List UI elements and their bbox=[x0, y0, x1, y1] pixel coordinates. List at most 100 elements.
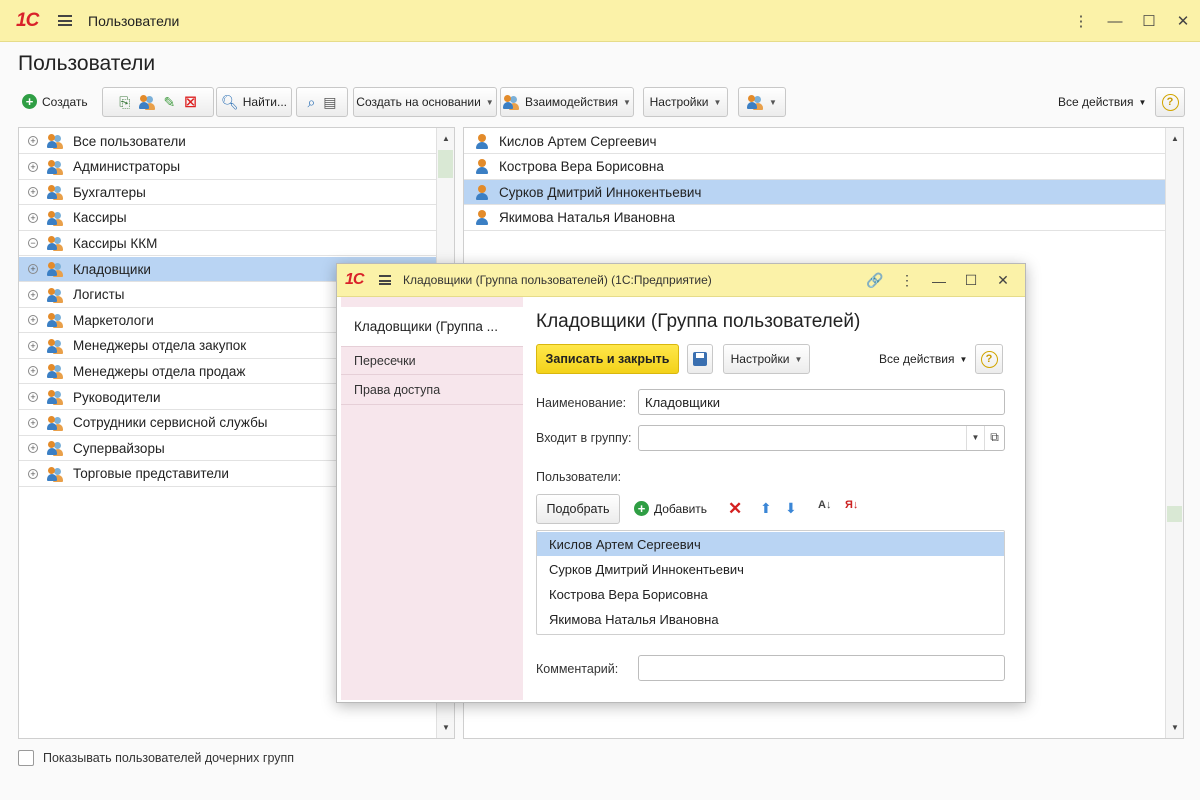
users-menu-button[interactable]: ▼ bbox=[738, 87, 786, 117]
nav-item-intersections[interactable]: Пересечки bbox=[341, 347, 523, 375]
user-name: Сурков Дмитрий Иннокентьевич bbox=[499, 184, 702, 200]
edit-icon[interactable]: ✎ bbox=[163, 95, 175, 109]
create-button[interactable]: + Создать bbox=[22, 94, 88, 109]
user-row[interactable]: Сурков Дмитрий Иннокентьевич bbox=[464, 180, 1165, 206]
user-row[interactable]: Якимова Наталья Ивановна bbox=[464, 206, 1165, 231]
expand-icon[interactable]: + bbox=[28, 340, 38, 351]
find-button[interactable]: 🔍︎ Найти... bbox=[216, 87, 292, 117]
more-icon[interactable]: ⋮ bbox=[1064, 12, 1098, 30]
user-row[interactable]: Кислов Артем Сергеевич bbox=[464, 129, 1165, 154]
report-icon[interactable]: ▤ bbox=[323, 95, 336, 109]
minimize-icon[interactable]: — bbox=[923, 273, 955, 289]
cancel-search-icon[interactable]: ⌕ bbox=[307, 95, 315, 109]
create-based-on-button[interactable]: Создать на основании ▼ bbox=[353, 87, 497, 117]
member-row[interactable]: Якимова Наталья Ивановна bbox=[537, 607, 1004, 631]
move-up-icon[interactable]: ⬆ bbox=[760, 500, 772, 517]
users-scrollbar[interactable]: ▲ ▼ bbox=[1165, 128, 1183, 738]
expand-icon[interactable]: + bbox=[28, 443, 38, 454]
user-row[interactable]: Кострова Вера Борисовна bbox=[464, 155, 1165, 180]
expand-icon[interactable]: + bbox=[28, 366, 38, 377]
add-button[interactable]: + Добавить bbox=[634, 501, 707, 516]
sort-ascending-icon[interactable]: A↓ bbox=[818, 499, 831, 511]
dialog-help-button[interactable]: ? bbox=[975, 344, 1003, 374]
expand-icon[interactable]: + bbox=[28, 289, 38, 300]
tree-item[interactable]: + Бухгалтеры bbox=[19, 180, 436, 206]
maximize-icon[interactable]: ☐ bbox=[1132, 12, 1166, 30]
settings-button[interactable]: Настройки ▼ bbox=[643, 87, 728, 117]
member-row[interactable]: Сурков Дмитрий Иннокентьевич bbox=[537, 557, 1004, 581]
dialog-settings-label: Настройки bbox=[730, 352, 790, 366]
link-icon[interactable]: 🔗 bbox=[859, 272, 891, 289]
close-icon[interactable]: ✕ bbox=[1166, 12, 1200, 30]
maximize-icon[interactable]: ☐ bbox=[955, 272, 987, 289]
user-group-icon[interactable] bbox=[139, 94, 156, 110]
scroll-thumb[interactable] bbox=[438, 150, 453, 178]
tree-item[interactable]: + Кассиры bbox=[19, 206, 436, 231]
menu-icon[interactable] bbox=[58, 15, 72, 26]
all-actions-button[interactable]: Все действия ▼ bbox=[1058, 95, 1146, 109]
tree-item-label: Торговые представители bbox=[73, 466, 229, 482]
expand-icon[interactable]: + bbox=[28, 417, 38, 428]
dialog-all-actions-button[interactable]: Все действия ▼ bbox=[879, 352, 967, 366]
group-members-list[interactable]: Кислов Артем Сергеевич Сурков Дмитрий Инн… bbox=[536, 530, 1005, 635]
tree-item[interactable]: + Все пользователи bbox=[19, 129, 436, 154]
expand-icon[interactable]: + bbox=[28, 136, 38, 146]
scroll-thumb[interactable] bbox=[1167, 506, 1182, 522]
minimize-icon[interactable]: — bbox=[1098, 13, 1132, 30]
parent-group-input[interactable]: ▼ ⧉ bbox=[638, 425, 1005, 451]
scroll-up-icon[interactable]: ▲ bbox=[1166, 134, 1184, 143]
member-row[interactable]: Кислов Артем Сергеевич bbox=[537, 532, 1004, 556]
all-actions-label: Все действия bbox=[1058, 95, 1134, 109]
user-group-icon bbox=[47, 184, 64, 200]
expand-icon[interactable]: + bbox=[28, 212, 38, 223]
close-icon[interactable]: ✕ bbox=[987, 272, 1019, 289]
interactions-button[interactable]: Взаимодействия ▼ bbox=[500, 87, 634, 117]
expand-icon[interactable]: + bbox=[28, 187, 38, 198]
tree-item-label: Кладовщики bbox=[73, 261, 151, 277]
user-icon bbox=[476, 210, 488, 226]
collapse-icon[interactable]: − bbox=[28, 238, 38, 249]
show-child-groups-option[interactable]: Показывать пользователей дочерних групп bbox=[18, 750, 294, 766]
dropdown-arrow-icon[interactable]: ▼ bbox=[966, 426, 984, 450]
scroll-up-icon[interactable]: ▲ bbox=[437, 134, 455, 143]
tree-item-label: Логисты bbox=[73, 287, 125, 303]
more-icon[interactable]: ⋮ bbox=[891, 272, 923, 289]
tree-item[interactable]: + Администраторы bbox=[19, 155, 436, 180]
nav-item-access-rights[interactable]: Права доступа bbox=[341, 375, 523, 405]
user-icon bbox=[476, 159, 488, 175]
save-button[interactable] bbox=[687, 344, 713, 374]
pick-button[interactable]: Подобрать bbox=[536, 494, 620, 524]
page-title: Пользователи bbox=[18, 52, 156, 75]
expand-icon[interactable]: + bbox=[28, 392, 38, 402]
help-icon: ? bbox=[980, 350, 998, 368]
help-button[interactable]: ? bbox=[1155, 87, 1185, 117]
show-child-groups-checkbox[interactable] bbox=[18, 750, 34, 766]
sort-descending-icon[interactable]: Я↓ bbox=[845, 499, 858, 511]
expand-icon[interactable]: + bbox=[28, 315, 38, 326]
tree-item[interactable]: − Кассиры ККМ bbox=[19, 231, 436, 257]
interactions-label: Взаимодействия bbox=[525, 95, 619, 109]
expand-icon[interactable]: + bbox=[28, 161, 38, 172]
move-down-icon[interactable]: ⬇ bbox=[785, 500, 797, 517]
user-group-icon bbox=[47, 159, 64, 175]
add-copy-icon[interactable]: ⎘ bbox=[119, 95, 130, 109]
delete-icon[interactable]: ✕ bbox=[728, 499, 742, 519]
name-input[interactable]: Кладовщики bbox=[638, 389, 1005, 415]
scroll-down-icon[interactable]: ▼ bbox=[1166, 723, 1184, 732]
scroll-down-icon[interactable]: ▼ bbox=[437, 723, 455, 732]
dialog-settings-button[interactable]: Настройки ▼ bbox=[723, 344, 810, 374]
expand-icon[interactable]: + bbox=[28, 264, 38, 274]
magnifier-icon: 🔍︎ bbox=[220, 94, 239, 110]
add-button-label: Добавить bbox=[654, 501, 708, 516]
open-icon[interactable]: ⧉ bbox=[984, 426, 1004, 450]
delete-icon[interactable]: ☒ bbox=[184, 95, 197, 109]
dialog-menu-icon[interactable] bbox=[379, 275, 391, 285]
window-title: Пользователи bbox=[88, 12, 180, 29]
user-group-icon bbox=[47, 389, 64, 405]
member-row[interactable]: Кострова Вера Борисовна bbox=[537, 582, 1004, 606]
save-and-close-button[interactable]: Записать и закрыть bbox=[536, 344, 679, 374]
expand-icon[interactable]: + bbox=[28, 468, 38, 479]
nav-item-group[interactable]: Кладовщики (Группа ... bbox=[341, 307, 523, 347]
user-group-icon bbox=[47, 261, 64, 277]
comment-input[interactable] bbox=[638, 655, 1005, 681]
